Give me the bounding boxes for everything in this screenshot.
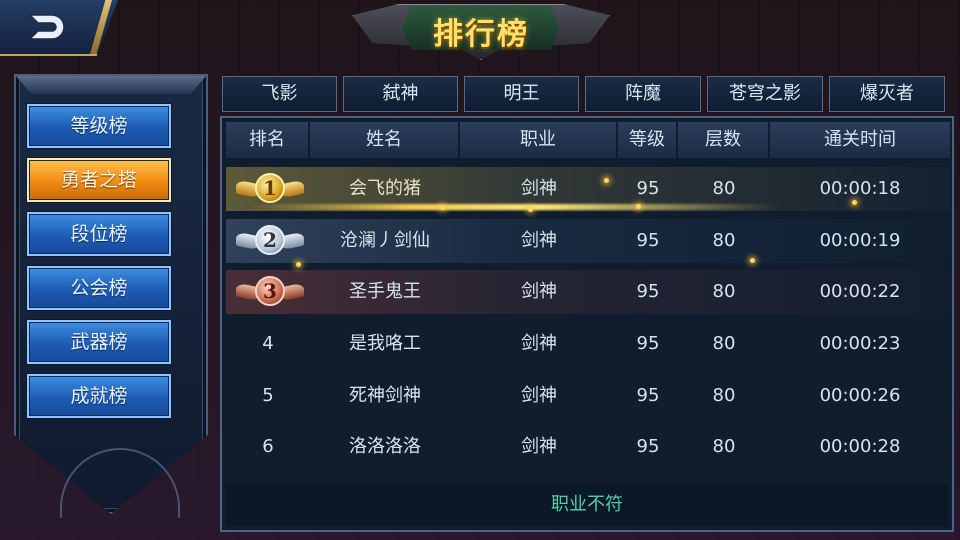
sparkle-dot [852,200,857,205]
cell-time: 00:00:26 [819,385,901,406]
tab-class-1[interactable]: 弑神 [343,76,458,112]
cell-time: 00:00:18 [819,178,901,199]
title-emblem: 排行榜 [352,0,610,70]
header-class: 职业 [460,122,618,158]
sidebar-item-weapon-ranking[interactable]: 武器榜 [27,320,171,364]
bronze-medal-icon: 3 [255,276,285,306]
cell-level: 95 [636,385,660,406]
table-row[interactable]: 3 圣手鬼王 剑神 95 80 00:00:22 [226,270,950,314]
silver-medal-icon: 2 [255,225,285,255]
cell-name: 洛洛洛洛 [349,436,421,457]
sparkle-dot [750,258,755,263]
cell-class: 剑神 [521,385,557,406]
sidebar-item-tier-ranking[interactable]: 段位榜 [27,212,171,256]
cell-rank: 5 [262,385,274,406]
cell-name: 沧澜丿剑仙 [340,230,430,251]
sparkle-dot [636,204,641,209]
cell-floor: 80 [712,436,736,457]
header-rank: 排名 [226,122,310,158]
cell-level: 95 [636,333,660,354]
cell-time: 00:00:28 [819,436,901,457]
cell-name: 是我咯工 [349,333,421,354]
rank-badge: 3 [232,275,308,309]
header-level: 等级 [618,122,678,158]
ranking-table: 排名 姓名 职业 等级 层数 通关时间 1 会飞的猪 剑神 95 80 00:0… [220,116,954,532]
cell-time: 00:00:22 [819,281,901,302]
cell-floor: 80 [712,385,736,406]
rank-badge: 1 [232,172,308,206]
cell-class: 剑神 [521,436,557,457]
cell-level: 95 [636,230,660,251]
cell-level: 95 [636,436,660,457]
sparkle-dot [440,205,445,210]
header-floor: 层数 [678,122,770,158]
cell-name: 圣手鬼王 [349,281,421,302]
tab-class-3[interactable]: 阵魔 [585,76,701,112]
cell-class: 剑神 [521,230,557,251]
table-row[interactable]: 5 死神剑神 剑神 95 80 00:00:26 [226,374,950,418]
rank-badge: 2 [232,224,308,258]
cell-name: 死神剑神 [349,385,421,406]
sparkle-effect [250,204,780,210]
sparkle-dot [528,207,533,212]
table-row[interactable]: 4 是我咯工 剑神 95 80 00:00:23 [226,322,950,366]
sidebar-item-level-ranking[interactable]: 等级榜 [27,104,171,148]
page-title: 排行榜 [433,17,529,52]
cell-rank: 6 [262,436,274,457]
header-clear-time: 通关时间 [770,122,950,158]
cell-class: 剑神 [521,281,557,302]
sparkle-dot [296,262,301,267]
cell-rank: 4 [262,333,274,354]
table-row[interactable]: 2 沧澜丿剑仙 剑神 95 80 00:00:19 [226,219,950,263]
back-arrow-icon [28,14,65,40]
sparkle-dot [604,178,609,183]
tab-class-5[interactable]: 爆灭者 [829,76,945,112]
cell-floor: 80 [712,281,736,302]
header-name: 姓名 [310,122,460,158]
gold-medal-icon: 1 [255,173,285,203]
cell-time: 00:00:23 [819,333,901,354]
cell-floor: 80 [712,230,736,251]
sidebar-item-guild-ranking[interactable]: 公会榜 [27,266,171,310]
cell-class: 剑神 [521,333,557,354]
sidebar-item-achievement-ranking[interactable]: 成就榜 [27,374,171,418]
table-row[interactable]: 6 洛洛洛洛 剑神 95 80 00:00:28 [226,425,950,469]
cell-floor: 80 [712,333,736,354]
status-message: 职业不符 [226,484,948,526]
tab-class-2[interactable]: 明王 [464,76,579,112]
tab-class-0[interactable]: 飞影 [222,76,337,112]
tab-class-4[interactable]: 苍穹之影 [707,76,823,112]
cell-time: 00:00:19 [819,230,901,251]
cell-level: 95 [636,281,660,302]
sidebar-item-brave-tower[interactable]: 勇者之塔 [27,158,171,202]
